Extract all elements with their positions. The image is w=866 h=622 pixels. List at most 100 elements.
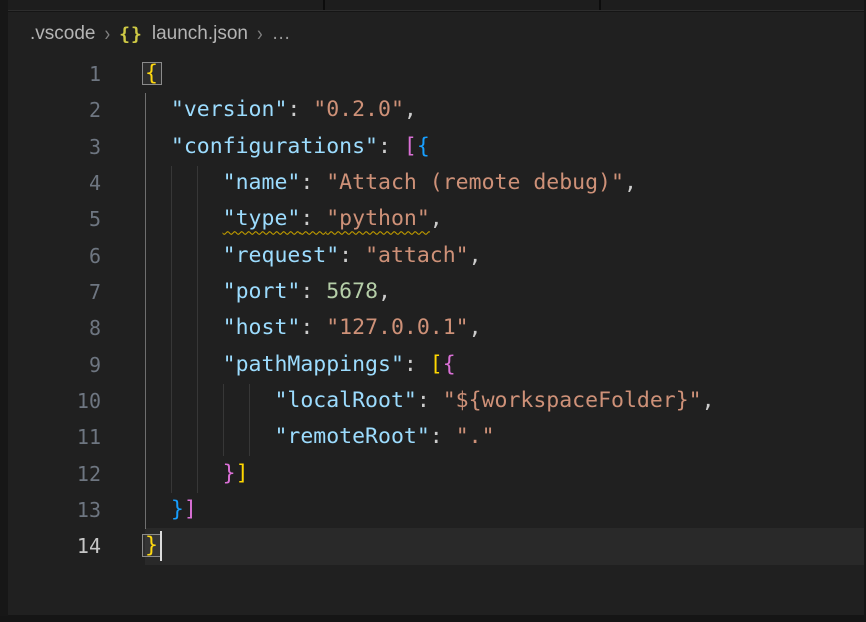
code-token: ] [236, 461, 249, 486]
code-token: "configurations" [171, 134, 378, 159]
code-token: 5678 [326, 279, 378, 304]
code-line[interactable]: 3 "configurations": [{ [8, 129, 864, 165]
line-number[interactable]: 8 [8, 310, 145, 346]
code-line-content[interactable]: }] [145, 492, 864, 528]
code-line-content[interactable]: "localRoot": "${workspaceFolder}", [145, 383, 864, 419]
code-line[interactable]: 8 "host": "127.0.0.1", [8, 310, 864, 346]
line-number[interactable]: 12 [8, 456, 145, 492]
window-left-edge [0, 0, 8, 616]
code-token: { [443, 352, 456, 377]
code-line[interactable]: 10 "localRoot": "${workspaceFolder}", [8, 383, 864, 419]
line-number[interactable]: 14 [8, 528, 145, 564]
code-token: "version" [171, 97, 288, 122]
code-token [145, 206, 223, 231]
code-token: : [430, 424, 456, 449]
code-area[interactable]: 1{2 "version": "0.2.0",3 "configurations… [8, 56, 864, 565]
tab-strip[interactable] [8, 0, 864, 11]
chevron-right-icon: › [104, 22, 110, 47]
code-token: , [624, 170, 637, 195]
code-token: ] [184, 497, 197, 522]
line-number[interactable]: 3 [8, 129, 145, 165]
code-token: } [171, 497, 184, 522]
code-line-content[interactable]: { [145, 56, 864, 92]
code-line-content[interactable]: "remoteRoot": "." [145, 419, 864, 455]
breadcrumb-symbol-more[interactable]: … [272, 23, 292, 45]
code-line-content[interactable]: }] [145, 456, 864, 492]
code-token: "." [456, 424, 495, 449]
code-token [145, 352, 223, 377]
line-number[interactable]: 2 [8, 92, 145, 128]
code-line[interactable]: 9 "pathMappings": [{ [8, 347, 864, 383]
code-token: , [378, 279, 391, 304]
code-line[interactable]: 2 "version": "0.2.0", [8, 92, 864, 128]
matched-bracket: } [145, 533, 158, 558]
code-token: "type" [223, 206, 301, 231]
code-token: , [430, 206, 443, 231]
code-token: "${workspaceFolder}" [443, 388, 702, 413]
code-line-content[interactable]: "pathMappings": [{ [145, 347, 864, 383]
code-token: "127.0.0.1" [326, 315, 468, 340]
code-token [145, 279, 223, 304]
code-token: "name" [223, 170, 301, 195]
chevron-right-icon: › [257, 22, 263, 47]
code-token: , [404, 97, 417, 122]
code-token: : [300, 170, 326, 195]
line-number[interactable]: 5 [8, 201, 145, 237]
code-line-content[interactable]: "request": "attach", [145, 238, 864, 274]
warning-squiggle-range: "type": "python" [223, 206, 430, 231]
code-token: "request" [223, 243, 340, 268]
code-token: { [417, 134, 430, 159]
line-number[interactable]: 13 [8, 492, 145, 528]
code-token [145, 170, 223, 195]
code-line[interactable]: 6 "request": "attach", [8, 238, 864, 274]
code-line[interactable]: 14} [8, 528, 864, 564]
code-line-content[interactable]: "version": "0.2.0", [145, 92, 864, 128]
line-number[interactable]: 1 [8, 56, 145, 92]
code-token: "port" [223, 279, 301, 304]
text-cursor [160, 531, 162, 561]
code-line-content[interactable]: "port": 5678, [145, 274, 864, 310]
code-token: "host" [223, 315, 301, 340]
code-token: : [300, 315, 326, 340]
line-number[interactable]: 6 [8, 238, 145, 274]
code-token [145, 243, 223, 268]
line-number[interactable]: 4 [8, 165, 145, 201]
code-line[interactable]: 7 "port": 5678, [8, 274, 864, 310]
code-line[interactable]: 13 }] [8, 492, 864, 528]
code-token: : [300, 279, 326, 304]
code-token [145, 424, 274, 449]
breadcrumb: .vscode › {} launch.json › … [8, 12, 864, 56]
code-line[interactable]: 1{ [8, 56, 864, 92]
code-line-content[interactable]: } [145, 528, 864, 564]
code-token: "pathMappings" [223, 352, 404, 377]
code-token: [ [430, 352, 443, 377]
breadcrumb-folder[interactable]: .vscode [30, 23, 95, 45]
code-line[interactable]: 12 }] [8, 456, 864, 492]
code-token: "attach" [365, 243, 469, 268]
code-token: [ [404, 134, 417, 159]
code-line-content[interactable]: "host": "127.0.0.1", [145, 310, 864, 346]
tab-separator [599, 0, 601, 10]
code-token: : [404, 352, 430, 377]
code-token: : [300, 206, 326, 231]
line-number[interactable]: 7 [8, 274, 145, 310]
code-token: , [469, 243, 482, 268]
code-token: , [702, 388, 715, 413]
code-line[interactable]: 4 "name": "Attach (remote debug)", [8, 165, 864, 201]
line-number[interactable]: 10 [8, 383, 145, 419]
line-number[interactable]: 11 [8, 419, 145, 455]
breadcrumb-file[interactable]: launch.json [152, 23, 248, 45]
line-number[interactable]: 9 [8, 347, 145, 383]
code-line-content[interactable]: "type": "python", [145, 201, 864, 237]
code-lines: 1{2 "version": "0.2.0",3 "configurations… [8, 56, 864, 565]
code-token: "localRoot" [274, 388, 416, 413]
code-token [145, 497, 171, 522]
code-line-content[interactable]: "name": "Attach (remote debug)", [145, 165, 864, 201]
code-token: "remoteRoot" [274, 424, 429, 449]
code-line[interactable]: 11 "remoteRoot": "." [8, 419, 864, 455]
code-line-content[interactable]: "configurations": [{ [145, 129, 864, 165]
code-token: "python" [326, 206, 430, 231]
code-token: "Attach (remote debug)" [326, 170, 624, 195]
code-token: } [223, 461, 236, 486]
code-line[interactable]: 5 "type": "python", [8, 201, 864, 237]
